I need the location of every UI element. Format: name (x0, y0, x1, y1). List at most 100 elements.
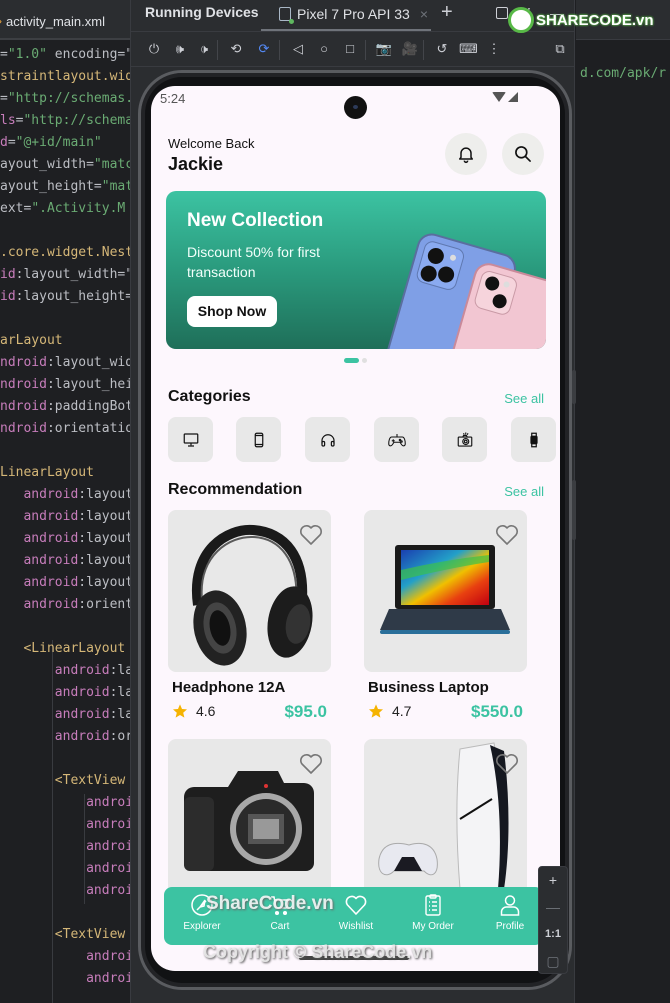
xml-file-icon: › (0, 14, 2, 28)
status-icons (492, 92, 518, 102)
profile-icon (500, 895, 520, 916)
fit-screen-button[interactable]: ▢ (539, 948, 567, 975)
headphones-icon (320, 433, 335, 447)
back-icon[interactable]: ◁ (289, 40, 307, 58)
product-card[interactable]: Headphone 12A 4.6 $95.0 (168, 510, 331, 721)
status-time: 5:24 (160, 91, 186, 106)
code-line: LinearLayout (0, 465, 94, 480)
wishlist-heart-icon[interactable] (495, 524, 519, 546)
code-line: ="1.0" encoding=" (0, 47, 130, 62)
wishlist-heart-icon[interactable] (495, 753, 519, 775)
device-explorer-icon[interactable]: ⧉ (551, 40, 569, 58)
notification-button[interactable] (445, 133, 487, 175)
keyboard-icon[interactable]: ⌨ (459, 40, 478, 58)
category-watch[interactable] (511, 417, 556, 462)
device-tab-label: Pixel 7 Pro API 33 (297, 6, 410, 22)
product-card[interactable] (168, 739, 331, 901)
product-name: Headphone 12A (172, 679, 286, 696)
wishlist-heart-icon[interactable] (299, 524, 323, 546)
add-device-button[interactable]: + (441, 1, 453, 24)
phone-volume-button[interactable] (572, 480, 576, 540)
power-icon[interactable]: ⏻ (145, 40, 163, 58)
watermark-text: ShareCode.vn (206, 893, 334, 914)
editor-tab-activity-main[interactable]: › activity_main.xml (0, 8, 105, 34)
username: Jackie (168, 154, 224, 174)
code-line: ayout_height="mat (0, 179, 130, 194)
product-image-container (168, 510, 331, 672)
code-editor-right: d.com/apk/r (576, 0, 670, 1003)
front-camera (344, 96, 367, 119)
nav-label: My Order (412, 921, 454, 932)
product-card[interactable] (364, 739, 527, 901)
code-line: android:la (0, 685, 130, 700)
screenshot-icon[interactable]: 📷 (375, 40, 393, 58)
product-card[interactable]: Business Laptop 4.7 $550.0 (364, 510, 527, 721)
ide-window: › activity_main.xml ="1.0" encoding=" str… (0, 0, 670, 1003)
smartwatch-icon (529, 432, 538, 447)
category-camera[interactable] (442, 417, 487, 462)
phone-power-button[interactable] (572, 370, 576, 404)
code-line: androi (0, 971, 130, 986)
home-icon[interactable]: ○ (315, 40, 333, 58)
page-dot-active[interactable] (344, 358, 359, 363)
device-tab[interactable]: Pixel 7 Pro API 33 × (279, 3, 428, 25)
code-line: ls="http://schema (0, 113, 130, 128)
code-line: id:layout_width=" (0, 267, 130, 282)
shop-now-button[interactable]: Shop Now (187, 296, 277, 327)
code-line: android:la (0, 707, 130, 722)
rotate-left-icon[interactable]: ⟲ (227, 40, 245, 58)
code-line: androi (0, 795, 130, 810)
nav-label: Profile (495, 921, 525, 932)
rating-value: 4.6 (196, 703, 216, 719)
star-icon (369, 704, 383, 718)
product-image-container (364, 510, 527, 672)
code-line: d="@+id/main" (0, 135, 102, 150)
code-editor[interactable]: › activity_main.xml ="1.0" encoding=" str… (0, 0, 130, 1003)
code-snippet: d.com/apk/r (580, 66, 667, 81)
categories-see-all[interactable]: See all (504, 391, 544, 406)
banner-page-indicator (344, 358, 367, 363)
code-line: android:orient (0, 597, 130, 612)
recommendation-see-all[interactable]: See all (504, 484, 544, 499)
category-list (168, 417, 560, 463)
close-tab-icon[interactable]: × (420, 6, 428, 22)
toolbar-separator (217, 40, 218, 60)
category-headphone[interactable] (305, 417, 350, 462)
category-phone[interactable] (236, 417, 281, 462)
category-gaming[interactable] (374, 417, 419, 462)
wishlist-heart-icon[interactable] (299, 753, 323, 775)
code-line: .core.widget.Nest (0, 245, 130, 260)
volume-up-icon[interactable]: 🕪 (171, 40, 189, 58)
star-icon (173, 704, 187, 718)
emulator-zoom-controls: + — 1:1 ▢ (538, 866, 568, 974)
more-icon[interactable]: ⋮ (485, 40, 503, 58)
overview-icon[interactable]: □ (341, 40, 359, 58)
device-icon (279, 7, 294, 24)
product-image-container (364, 739, 527, 901)
search-button[interactable] (502, 133, 544, 175)
device-toolbar: ⏻ 🕪 🕩 ⟲ ⟳ ◁ ○ □ 📷 🎥 ↺ ⌨ ⋮ ⧉ (131, 31, 574, 67)
volume-down-icon[interactable]: 🕩 (195, 40, 213, 58)
code-line: ndroid:layout_wid (0, 355, 130, 370)
zoom-in-button[interactable]: + (539, 867, 567, 894)
code-line: android:layout (0, 487, 130, 502)
order-list-icon (425, 894, 441, 916)
phone-screen[interactable]: 5:24 Welcome Back Jackie New Collection … (151, 86, 560, 971)
smartphone-icon (254, 432, 263, 447)
nav-my-order[interactable]: My Order (398, 893, 468, 932)
promo-banner[interactable]: New Collection Discount 50% for first tr… (166, 191, 546, 349)
zoom-out-button[interactable]: — (539, 894, 567, 921)
actual-size-button[interactable]: 1:1 (539, 921, 567, 948)
snapshot-icon[interactable]: ↺ (433, 40, 451, 58)
screen-record-icon[interactable]: 🎥 (401, 40, 419, 58)
nav-profile[interactable]: Profile (475, 893, 545, 932)
rotate-right-icon[interactable]: ⟳ (255, 40, 273, 58)
code-line: arLayout (0, 333, 63, 348)
page-dot[interactable] (362, 358, 367, 363)
restore-icon[interactable] (496, 7, 508, 19)
toolbar-separator (365, 40, 366, 60)
category-computer[interactable] (168, 417, 213, 462)
